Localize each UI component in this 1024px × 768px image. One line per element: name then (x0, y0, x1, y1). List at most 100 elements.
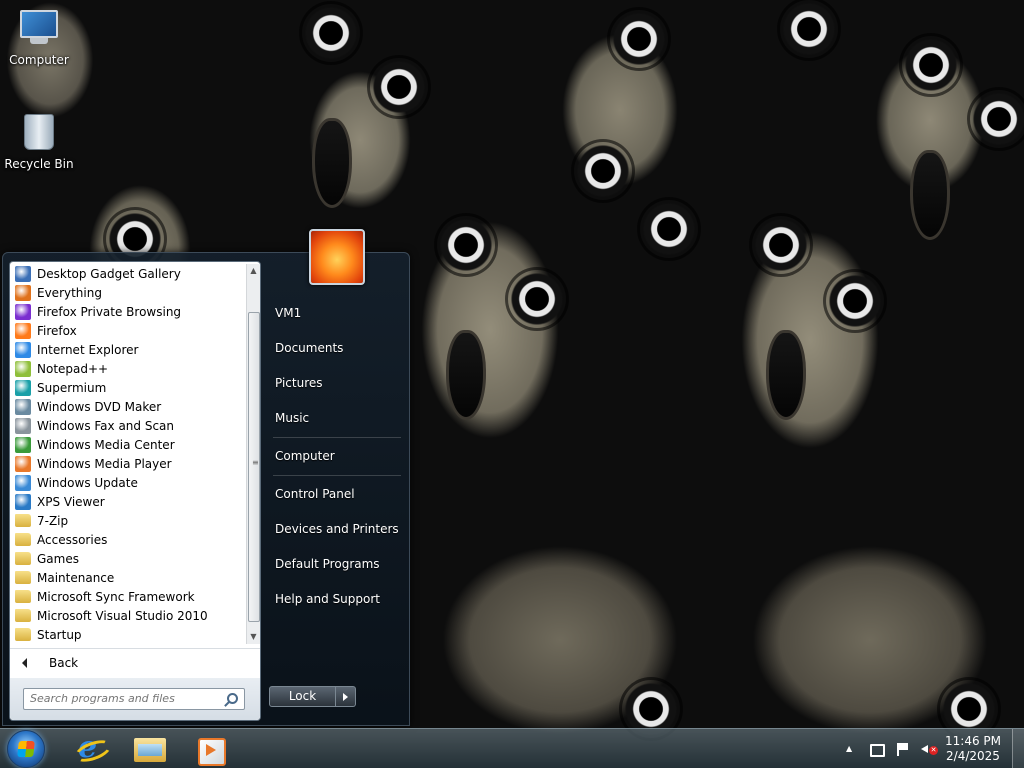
folder-icon (15, 609, 31, 622)
folder-icon (15, 533, 31, 546)
back-arrow-icon (22, 657, 27, 668)
desktop-icon-label: Recycle Bin (4, 157, 74, 171)
program-item[interactable]: Microsoft Sync Framework (10, 587, 246, 606)
wallpaper-eye (574, 142, 632, 200)
taskbar: 11:46 PM 2/4/2025 (0, 728, 1024, 768)
folder-icon (15, 590, 31, 603)
control-panel-link[interactable]: Control Panel (271, 480, 405, 508)
shutdown-options-arrow-icon[interactable] (336, 686, 356, 707)
program-label: Internet Explorer (37, 342, 139, 357)
program-item[interactable]: Desktop Gadget Gallery (10, 264, 246, 283)
program-label: Microsoft Visual Studio 2010 (37, 608, 208, 623)
program-item[interactable]: Maintenance (10, 568, 246, 587)
program-item[interactable]: Internet Explorer (10, 340, 246, 359)
scroll-down-arrow-icon[interactable]: ▼ (247, 630, 260, 644)
firefox-icon (15, 322, 31, 339)
documents-link[interactable]: Documents (271, 334, 405, 362)
program-item[interactable]: Games (10, 549, 246, 568)
xps-viewer-icon (15, 493, 31, 510)
program-item[interactable]: XPS Viewer (10, 492, 246, 511)
music-link[interactable]: Music (271, 404, 405, 432)
program-item[interactable]: Notepad++ (10, 359, 246, 378)
program-item[interactable]: Windows DVD Maker (10, 397, 246, 416)
computer-icon (19, 10, 59, 50)
taskbar-explorer-icon[interactable] (128, 732, 172, 766)
program-list: Desktop Gadget Gallery Everything Firefox … (10, 264, 246, 646)
program-label: Windows Update (37, 475, 138, 490)
gadget-icon (15, 265, 31, 282)
program-item[interactable]: Windows Fax and Scan (10, 416, 246, 435)
wallpaper-eye (752, 216, 810, 274)
program-label: XPS Viewer (37, 494, 105, 509)
wallpaper-mouth (446, 330, 486, 420)
supermium-icon (15, 379, 31, 396)
folder-icon (15, 552, 31, 565)
volume-muted-icon[interactable] (920, 741, 938, 757)
wallpaper-eye (302, 4, 360, 62)
wallpaper-mouth (312, 118, 352, 208)
show-desktop-button[interactable] (1012, 729, 1024, 768)
clock-date: 2/4/2025 (946, 749, 1000, 763)
search-box[interactable] (23, 688, 245, 710)
clock[interactable]: 11:46 PM 2/4/2025 (938, 734, 1008, 764)
program-label: Firefox (37, 323, 77, 338)
program-item[interactable]: Startup (10, 625, 246, 644)
help-support-link[interactable]: Help and Support (271, 585, 405, 613)
program-label: Accessories (37, 532, 108, 547)
recycle-bin-icon (19, 114, 59, 154)
pictures-link[interactable]: Pictures (271, 369, 405, 397)
folder-icon (15, 571, 31, 584)
program-item[interactable]: Firefox (10, 321, 246, 340)
devices-printers-link[interactable]: Devices and Printers (271, 515, 405, 543)
program-item[interactable]: Windows Media Player (10, 454, 246, 473)
show-hidden-icons-chevron-icon[interactable] (842, 741, 858, 757)
desktop-icon-recycle-bin[interactable]: Recycle Bin (1, 112, 77, 171)
scroll-thumb[interactable]: ≡ (248, 312, 260, 622)
dvd-maker-icon (15, 398, 31, 415)
program-label: Supermium (37, 380, 107, 395)
program-list-scrollbar[interactable]: ▲ ≡ ▼ (246, 264, 260, 644)
program-item[interactable]: Microsoft Visual Studio 2010 (10, 606, 246, 625)
action-center-flag-icon[interactable] (894, 741, 910, 757)
program-item[interactable]: 7-Zip (10, 511, 246, 530)
wallpaper-eye (640, 200, 698, 258)
firefox-private-icon (15, 303, 31, 320)
search-icon[interactable] (227, 693, 238, 704)
ie-icon (15, 341, 31, 358)
program-item[interactable]: Firefox Private Browsing (10, 302, 246, 321)
start-button[interactable] (7, 730, 45, 768)
wallpaper-eye (780, 0, 838, 58)
program-label: Maintenance (37, 570, 115, 585)
desktop-icon-computer[interactable]: Computer (1, 8, 77, 67)
program-item[interactable]: Supermium (10, 378, 246, 397)
program-item[interactable]: Accessories (10, 530, 246, 549)
program-label: 7-Zip (37, 513, 69, 528)
user-picture[interactable] (309, 229, 365, 285)
wallpaper-eye (970, 90, 1024, 148)
desktop-icon-label: Computer (9, 53, 69, 67)
search-input[interactable] (30, 692, 220, 705)
scroll-up-arrow-icon[interactable]: ▲ (247, 264, 260, 278)
magnifier-icon (15, 284, 31, 301)
computer-link[interactable]: Computer (271, 442, 405, 470)
wallpaper-eye (902, 36, 960, 94)
program-label: Desktop Gadget Gallery (37, 266, 181, 281)
program-label: Firefox Private Browsing (37, 304, 182, 319)
program-item[interactable]: Everything (10, 283, 246, 302)
wallpaper-mouth (766, 330, 806, 420)
taskbar-ie-icon[interactable] (68, 730, 112, 766)
media-player-icon (15, 455, 31, 472)
user-folder-link[interactable]: VM1 (271, 299, 405, 327)
program-item[interactable]: Windows Media Center (10, 435, 246, 454)
folder-icon (15, 628, 31, 641)
notification-area (842, 737, 938, 761)
taskbar-media-player-icon[interactable] (188, 732, 232, 766)
lock-button[interactable]: Lock (269, 686, 336, 707)
back-button[interactable]: Back (10, 648, 260, 676)
program-label: Windows Media Center (37, 437, 175, 452)
program-item[interactable]: Windows Update (10, 473, 246, 492)
network-icon[interactable] (868, 741, 885, 757)
default-programs-link[interactable]: Default Programs (271, 550, 405, 578)
windows-update-icon (15, 474, 31, 491)
program-label: Startup (37, 627, 82, 642)
